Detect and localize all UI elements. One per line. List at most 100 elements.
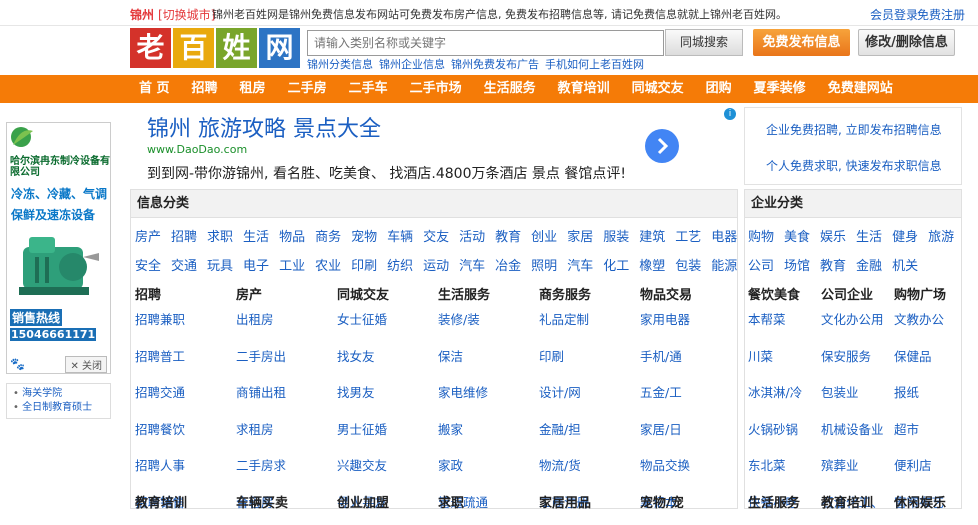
category-tag[interactable]: 教育 <box>820 255 846 274</box>
category-link[interactable]: 招聘普工 <box>135 350 235 380</box>
right-ad-link[interactable]: 企业免费招聘, 立即发布招聘信息 <box>766 121 942 138</box>
category-tag[interactable]: 交友 <box>423 226 449 245</box>
category-link[interactable]: 商铺出租 <box>236 386 336 416</box>
nav-second-hand-car[interactable]: 二手车 <box>338 75 399 103</box>
category-link[interactable]: 保洁 <box>438 350 538 380</box>
column-heading[interactable]: 购物广场 <box>894 284 978 306</box>
column-heading[interactable]: 生活服务 <box>748 492 800 511</box>
category-link[interactable]: 便利店 <box>894 459 978 489</box>
search-input[interactable] <box>307 30 664 56</box>
category-tag[interactable]: 电器 <box>711 226 737 245</box>
category-tag[interactable]: 工艺 <box>675 226 701 245</box>
modify-delete-button[interactable]: 修改/删除信息 <box>858 29 955 56</box>
ad-close-button[interactable]: ✕ 关闭 <box>65 356 107 373</box>
column-heading[interactable]: 宠物/宠 <box>640 492 684 511</box>
category-tag[interactable]: 能源 <box>711 255 737 274</box>
category-link[interactable]: 报纸 <box>894 386 978 416</box>
column-heading[interactable]: 物品交易 <box>640 284 740 306</box>
category-tag[interactable]: 购物 <box>748 226 774 245</box>
side-advertisement[interactable]: 哈尔滨冉东制冷设备有限公司 冷冻、冷藏、气调 保鲜及速冻设备 销售热线 1504… <box>6 122 111 374</box>
category-link[interactable]: 保健品 <box>894 350 978 380</box>
nav-life-services[interactable]: 生活服务 <box>473 75 547 103</box>
category-tag[interactable]: 教育 <box>495 226 521 245</box>
category-tag[interactable]: 健身 <box>892 226 918 245</box>
category-link[interactable]: 印刷 <box>539 350 639 380</box>
category-tag[interactable]: 招聘 <box>171 226 197 245</box>
category-tag[interactable]: 工业 <box>279 255 305 274</box>
category-link[interactable]: 手机/通 <box>640 350 740 380</box>
category-tag[interactable]: 生活 <box>243 226 269 245</box>
category-tag[interactable]: 创业 <box>531 226 557 245</box>
category-tag[interactable]: 家居 <box>567 226 593 245</box>
nav-renovation[interactable]: 夏季装修 <box>743 75 817 103</box>
sublink-free-ad[interactable]: 锦州免费发布广告 <box>451 56 539 72</box>
category-tag[interactable]: 房产 <box>135 226 161 245</box>
category-link[interactable]: 家政 <box>438 459 538 489</box>
category-tag[interactable]: 求职 <box>207 226 233 245</box>
category-link[interactable]: 求租房 <box>236 423 336 453</box>
category-link[interactable]: 家电维修 <box>438 386 538 416</box>
category-link[interactable]: 五金/工 <box>640 386 740 416</box>
category-tag[interactable]: 场馆 <box>784 255 810 274</box>
category-tag[interactable]: 印刷 <box>351 255 377 274</box>
category-tag[interactable]: 冶金 <box>495 255 521 274</box>
column-heading[interactable]: 车辆买卖 <box>236 492 288 511</box>
category-link[interactable]: 家用电器 <box>640 313 740 343</box>
nav-second-hand-house[interactable]: 二手房 <box>277 75 338 103</box>
category-tag[interactable]: 公司 <box>748 255 774 274</box>
category-link[interactable]: 二手房出 <box>236 350 336 380</box>
column-heading[interactable]: 创业加盟 <box>337 492 389 511</box>
column-heading[interactable]: 房产 <box>236 284 336 306</box>
column-heading[interactable]: 商务服务 <box>539 284 639 306</box>
nav-second-hand-market[interactable]: 二手市场 <box>399 75 473 103</box>
category-tag[interactable]: 旅游 <box>928 226 954 245</box>
category-tag[interactable]: 汽车 <box>459 255 485 274</box>
category-link[interactable]: 找男友 <box>337 386 437 416</box>
category-tag[interactable]: 玩具 <box>207 255 233 274</box>
category-link[interactable]: 装修/装 <box>438 313 538 343</box>
category-tag[interactable]: 建筑 <box>639 226 665 245</box>
category-link[interactable]: 设计/网 <box>539 386 639 416</box>
ad-arrow-button[interactable] <box>645 129 679 163</box>
column-heading[interactable]: 招聘 <box>135 284 235 306</box>
sublink-classified[interactable]: 锦州分类信息 <box>307 56 373 72</box>
category-link[interactable]: 物品交换 <box>640 459 740 489</box>
category-tag[interactable]: 橡塑 <box>639 255 665 274</box>
nav-rent[interactable]: 租房 <box>229 75 277 103</box>
sublink-company[interactable]: 锦州企业信息 <box>379 56 445 72</box>
nav-education[interactable]: 教育培训 <box>547 75 621 103</box>
category-tag[interactable]: 电子 <box>243 255 269 274</box>
category-link[interactable]: 搬家 <box>438 423 538 453</box>
category-tag[interactable]: 照明 <box>531 255 557 274</box>
category-link[interactable]: 女士征婚 <box>337 313 437 343</box>
category-link[interactable]: 出租房 <box>236 313 336 343</box>
category-tag[interactable]: 化工 <box>603 255 629 274</box>
member-login-link[interactable]: 会员登录 <box>870 6 918 23</box>
nav-group-buy[interactable]: 团购 <box>695 75 743 103</box>
category-link[interactable]: 招聘餐饮 <box>135 423 235 453</box>
category-tag[interactable]: 车辆 <box>387 226 413 245</box>
category-link[interactable]: 找女友 <box>337 350 437 380</box>
column-heading[interactable]: 家居用品 <box>539 492 591 511</box>
category-tag[interactable]: 安全 <box>135 255 161 274</box>
side-link[interactable]: 海关学院 <box>13 387 104 401</box>
switch-city-link[interactable]: [切换城市] <box>158 6 215 23</box>
sublink-mobile[interactable]: 手机如何上老百姓网 <box>545 56 644 72</box>
category-link[interactable]: 超市 <box>894 423 978 453</box>
category-tag[interactable]: 纺织 <box>387 255 413 274</box>
category-tag[interactable]: 金融 <box>856 255 882 274</box>
category-link[interactable]: 二手房求 <box>236 459 336 489</box>
category-link[interactable]: 家居/日 <box>640 423 740 453</box>
category-tag[interactable]: 宠物 <box>351 226 377 245</box>
nav-jobs[interactable]: 招聘 <box>181 75 229 103</box>
ad-info-icon[interactable]: i <box>724 108 736 120</box>
category-tag[interactable]: 农业 <box>315 255 341 274</box>
category-link[interactable]: 招聘交通 <box>135 386 235 416</box>
column-heading[interactable]: 休闲娱乐 <box>894 492 946 511</box>
column-heading[interactable]: 教育培训 <box>135 492 187 511</box>
category-link[interactable]: 招聘兼职 <box>135 313 235 343</box>
right-ad-link[interactable]: 个人免费求职, 快速发布求职信息 <box>766 157 942 174</box>
column-heading[interactable]: 求职 <box>438 492 464 511</box>
nav-home[interactable]: 首 页 <box>128 75 181 103</box>
nav-free-website[interactable]: 免费建网站 <box>817 75 904 103</box>
